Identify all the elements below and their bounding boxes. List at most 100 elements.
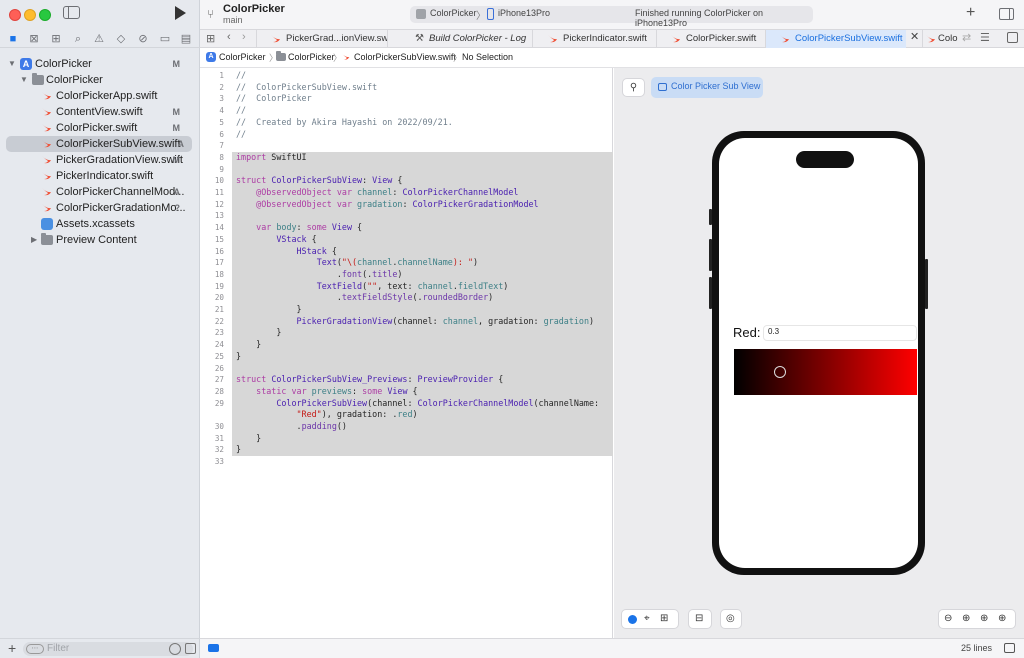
source-editor[interactable]: 1 2 3 4 5 6 7 8 9 10 11 12 13 14 15 16 17 18 19 20 21 22 23 24 2… xyxy=(200,68,613,638)
zoom-window-button[interactable] xyxy=(39,9,51,21)
preview-mode-controls: ⌖ ⊞ xyxy=(621,609,679,629)
zoom-to-fit-icon[interactable]: ⊕ xyxy=(980,613,988,624)
run-button[interactable] xyxy=(172,4,188,22)
add-file-plus-icon[interactable]: + xyxy=(8,640,16,656)
zoom-out-icon[interactable]: ⊖ xyxy=(944,613,952,624)
editor-tab[interactable]: Color xyxy=(922,30,958,48)
tree-item-asset-catalog[interactable]: Assets.xcassets xyxy=(6,216,194,232)
find-navigator-search-icon[interactable]: ⌕ xyxy=(70,31,86,47)
navigator-sidebar: ■ ⊠ ⊞ ⌕ ⚠ ◇ ⊘ ▭ ▤ ▼ A ColorPicker M ▼ Co… xyxy=(0,0,200,658)
jump-bar-item[interactable]: ColorPickerSubView.swift xyxy=(354,52,456,62)
split-editor-icon[interactable] xyxy=(1007,32,1018,43)
breakpoint-navigator-icon[interactable]: ▭ xyxy=(157,31,173,47)
sidebar-toggle-icon[interactable] xyxy=(63,6,80,19)
tree-item-file[interactable]: ColorPickerGradationMo... ? xyxy=(6,200,194,216)
line-number: 2 xyxy=(219,82,224,92)
zoom-in-icon[interactable]: ⊕ xyxy=(998,613,1006,624)
run-destination-selector[interactable]: iPhone13Pro xyxy=(498,8,550,18)
navigator-filter-input[interactable]: ⋯ Filter xyxy=(23,642,196,656)
line-number: 15 xyxy=(214,234,224,244)
swap-arrows-icon[interactable]: ⇄ xyxy=(962,31,971,44)
app-scheme-icon xyxy=(416,9,426,19)
swift-file-icon xyxy=(42,156,51,164)
line-number: 5 xyxy=(219,117,224,127)
volume-up-button xyxy=(709,239,712,271)
tree-item-file[interactable]: PickerGradationView.swift M xyxy=(6,152,194,168)
editor-tab[interactable]: ⚒ Build ColorPicker - Log xyxy=(387,30,532,48)
swift-file-icon xyxy=(42,172,51,180)
minimize-window-button[interactable] xyxy=(24,9,36,21)
navigator-filter-bar: + ⋯ Filter xyxy=(0,638,200,658)
variants-grid-icon[interactable]: ⊞ xyxy=(660,613,668,624)
tree-item-file[interactable]: ContentView.swift M xyxy=(6,104,194,120)
library-plus-icon[interactable]: + xyxy=(966,4,975,22)
dynamic-island xyxy=(796,151,854,168)
preview-on-device-button[interactable]: ◎ xyxy=(720,609,742,629)
live-preview-play-icon[interactable] xyxy=(628,615,637,624)
issue-navigator-warning-icon[interactable]: ⚠ xyxy=(91,31,107,47)
source-control-status: M xyxy=(172,155,181,165)
recent-files-clock-icon[interactable] xyxy=(169,643,181,655)
close-window-button[interactable] xyxy=(9,9,21,21)
gradation-picker[interactable] xyxy=(734,349,917,395)
swift-file-icon xyxy=(341,53,350,60)
line-number: 4 xyxy=(219,106,224,116)
inspector-toggle-icon[interactable] xyxy=(999,8,1014,20)
device-screen[interactable]: Red: 0.3 xyxy=(719,138,918,568)
report-navigator-icon[interactable]: ▤ xyxy=(178,31,194,47)
swift-file-icon xyxy=(42,124,51,132)
tree-item-group[interactable]: ▶ Preview Content xyxy=(6,232,194,248)
debug-area-toggle-icon[interactable] xyxy=(208,644,219,652)
tree-item-project[interactable]: ▼ A ColorPicker M xyxy=(6,56,194,72)
tree-item-group[interactable]: ▼ ColorPicker xyxy=(6,72,194,88)
device-settings-button[interactable]: ⊟ xyxy=(688,609,712,629)
source-control-navigator-icon[interactable]: ⊠ xyxy=(26,31,42,47)
source-control-status: M xyxy=(172,107,181,117)
editor-tab[interactable]: ColorPicker.swift xyxy=(656,30,765,48)
editor-tab-bar: ⊞ ‹ › PickerGrad...ionView.swift ⚒ Build… xyxy=(200,30,1024,48)
tree-item-file-selected[interactable]: ColorPickerSubView.swift A xyxy=(6,136,192,152)
line-number: 12 xyxy=(214,199,224,209)
line-number: 28 xyxy=(214,386,224,396)
jump-bar-item[interactable]: ColorPicker xyxy=(219,52,266,62)
tree-item-file[interactable]: ColorPickerChannelMod... A xyxy=(6,184,194,200)
show-debug-area-icon[interactable] xyxy=(1004,643,1015,653)
pin-preview-icon[interactable]: ⚲ xyxy=(622,78,645,97)
editor-tab-active[interactable]: ColorPickerSubView.swift xyxy=(765,30,906,48)
tab-close-icon[interactable]: ✕ xyxy=(910,30,919,43)
zoom-to-100-icon[interactable]: ⊕ xyxy=(962,613,970,624)
project-navigator-folder-icon[interactable]: ■ xyxy=(5,31,21,47)
filter-options-icon[interactable]: ⋯ xyxy=(26,644,44,654)
window-toolbar: ⑂ ColorPicker main ColorPicker 〉 iPhone1… xyxy=(200,0,1024,30)
selectable-mode-cursor-icon[interactable]: ⌖ xyxy=(644,613,650,624)
disclosure-chevron-down-icon[interactable]: ▼ xyxy=(20,72,28,88)
power-button xyxy=(925,259,928,309)
tree-item-file[interactable]: ColorPickerApp.swift xyxy=(6,88,194,104)
back-chevron-icon[interactable]: ‹ xyxy=(227,31,231,43)
disclosure-chevron-right-icon[interactable]: ▶ xyxy=(31,232,37,248)
symbol-navigator-icon[interactable]: ⊞ xyxy=(48,31,64,47)
tree-item-file[interactable]: ColorPicker.swift M xyxy=(6,120,194,136)
line-number: 18 xyxy=(214,269,224,279)
branch-name[interactable]: main xyxy=(223,15,243,25)
source-control-filter-icon[interactable] xyxy=(185,643,196,654)
related-items-grid-icon[interactable]: ⊞ xyxy=(206,32,215,45)
picker-indicator-knob[interactable] xyxy=(773,366,786,378)
jump-bar-item[interactable]: ColorPicker xyxy=(288,52,335,62)
source-control-status: ? xyxy=(174,203,181,213)
editor-tab[interactable]: PickerIndicator.swift xyxy=(532,30,656,48)
editor-tab[interactable]: PickerGrad...ionView.swift xyxy=(256,30,387,48)
channel-value-text-field[interactable]: 0.3 xyxy=(763,325,917,341)
tree-item-file[interactable]: PickerIndicator.swift xyxy=(6,168,194,184)
jump-bar-item[interactable]: No Selection xyxy=(462,52,513,62)
debug-navigator-icon[interactable]: ⊘ xyxy=(135,31,151,47)
test-navigator-diamond-icon[interactable]: ◇ xyxy=(113,31,129,47)
disclosure-chevron-down-icon[interactable]: ▼ xyxy=(8,56,16,72)
preview-name: Color Picker Sub View xyxy=(671,81,761,91)
editor-options-icon[interactable]: ☰ xyxy=(980,31,990,44)
line-number: 13 xyxy=(214,211,224,221)
forward-chevron-icon[interactable]: › xyxy=(242,31,246,43)
line-number: 7 xyxy=(219,141,224,151)
scheme-selector[interactable]: ColorPicker xyxy=(430,8,477,18)
preview-selector-chip[interactable]: Color Picker Sub View xyxy=(651,77,763,98)
